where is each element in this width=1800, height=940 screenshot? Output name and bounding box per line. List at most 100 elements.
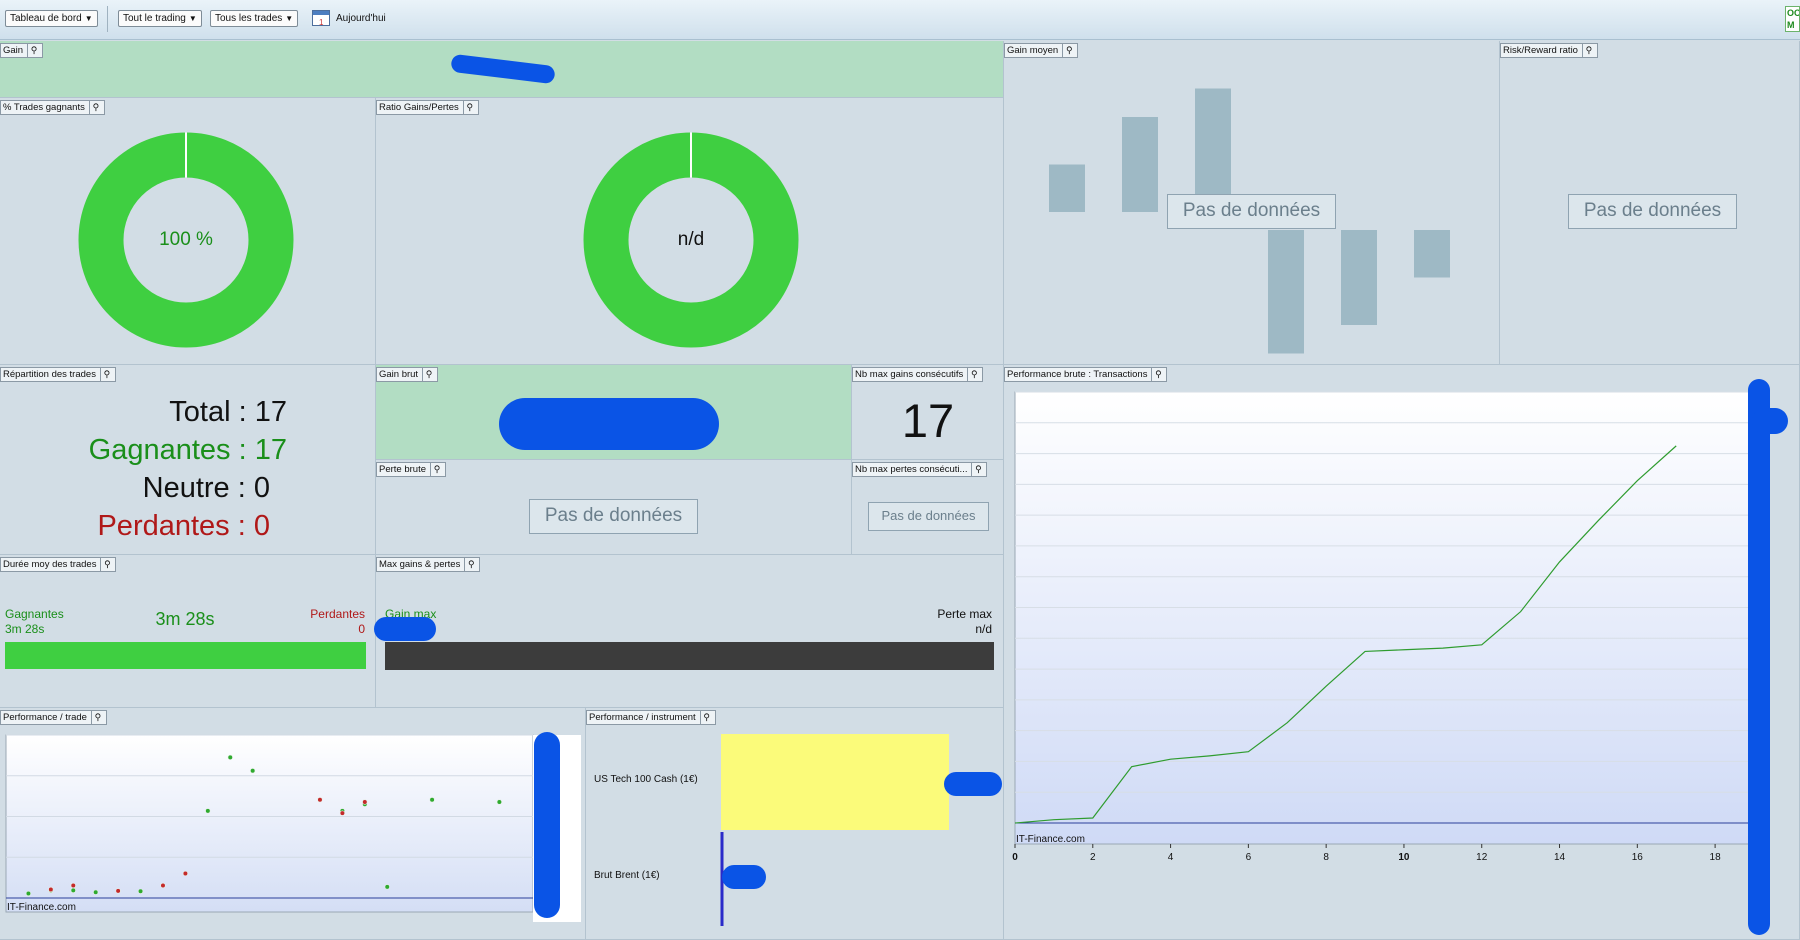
nb-max-gains-title-label: Nb max gains consécutifs [855, 369, 964, 380]
repartition-title: Répartition des trades ⚲ [0, 367, 116, 382]
trades-dropdown[interactable]: Tous les trades ▼ [210, 10, 299, 27]
no-data-label: Pas de données [1167, 194, 1336, 229]
gain-brut-title-label: Gain brut [379, 369, 419, 380]
trade-point-red [48, 886, 54, 893]
trading-dropdown[interactable]: Tout le trading ▼ [118, 10, 202, 27]
perte-brute-panel: Perte brute ⚲ Pas de données [376, 460, 852, 555]
pin-icon[interactable]: ⚲ [967, 368, 980, 381]
duree-win-value: 3m 28s [5, 622, 45, 636]
perf-x-tick-label: 18 [1710, 852, 1722, 863]
redaction [1752, 408, 1788, 434]
perf-x-tick-label: 12 [1476, 852, 1488, 863]
duree-loss-value: 0 [358, 622, 365, 636]
gain-title: Gain ⚲ [0, 43, 44, 58]
nb-max-pertes-panel: Nb max pertes consécuti... ⚲ Pas de donné… [852, 460, 1004, 555]
trade-point-green [93, 889, 99, 895]
repartition-panel: Répartition des trades ⚲ Total : 17 Gagna… [0, 365, 376, 555]
redaction [1748, 379, 1770, 935]
pct-trades-value: 100 % [159, 229, 213, 250]
pin-icon[interactable]: ⚲ [971, 463, 984, 476]
chevron-down-icon: ▼ [188, 14, 197, 23]
nb-max-pertes-title-label: Nb max pertes consécuti... [855, 464, 968, 475]
ratio-value: n/d [677, 229, 705, 250]
pin-icon[interactable]: ⚲ [100, 558, 113, 571]
pin-icon[interactable]: ⚲ [464, 558, 477, 571]
redaction [450, 53, 556, 85]
duree-title: Durée moy des trades ⚲ [0, 557, 117, 572]
total-row: Total : 17 [0, 396, 287, 429]
toolbar: Tableau de bord ▼ Tout le trading ▼ Tous l… [0, 0, 1800, 40]
repartition-title-label: Répartition des trades [3, 369, 96, 380]
trade-point-red [182, 870, 189, 877]
gain-moyen-bar [1414, 230, 1450, 278]
perte-brute-title-label: Perte brute [379, 464, 426, 475]
redaction [499, 398, 719, 450]
trade-point-green [250, 768, 256, 774]
trade-point-red [339, 810, 345, 816]
watermark-label: IT-Finance.com [1016, 834, 1085, 845]
trade-point-red [160, 882, 166, 889]
trade-point-green [496, 799, 502, 805]
ratio-panel: Ratio Gains/Pertes ⚲ n/d [376, 98, 1004, 365]
gain-panel: Gain ⚲ [0, 41, 1004, 98]
nb-max-pertes-title: Nb max pertes consécuti... ⚲ [852, 462, 988, 477]
pin-icon[interactable]: ⚲ [27, 44, 40, 57]
trade-point-red [70, 882, 76, 889]
perf-brute-chart: 0 2 4 6 8 10 12 14 16 18 IT-Finance.com [1012, 391, 1755, 863]
max-gp-bar [385, 642, 994, 670]
perf-x-tick-label: 0 [1012, 852, 1018, 863]
nb-max-gains-title: Nb max gains consécutifs ⚲ [852, 367, 984, 382]
trade-point-red [362, 799, 368, 805]
neutral-row: Neutre : 0 [0, 472, 270, 505]
neutral-value: 0 [253, 472, 270, 504]
gain-moyen-bar [1122, 117, 1158, 212]
duree-title-label: Durée moy des trades [3, 559, 97, 570]
trade-point-green [429, 797, 435, 803]
losing-value: 0 [253, 510, 270, 542]
perf-x-tick-label: 14 [1554, 852, 1566, 863]
chevron-down-icon: ▼ [285, 14, 294, 23]
pin-icon[interactable]: ⚲ [99, 368, 113, 381]
chevron-down-icon: ▼ [84, 14, 93, 23]
trade-point-green [25, 890, 32, 897]
duree-win-label: Gagnantes [5, 607, 64, 621]
dashboard-dropdown[interactable]: Tableau de bord ▼ [5, 10, 98, 27]
losing-label: Perdantes : [97, 510, 246, 542]
trade-point-red [317, 797, 323, 803]
losing-row: Perdantes : 0 [0, 510, 270, 543]
pct-trades-panel: % Trades gagnants ⚲ 100 % [0, 98, 376, 365]
trades-dropdown-label: Tous les trades [215, 13, 283, 24]
gain-title-label: Gain [3, 45, 24, 56]
trade-point-green [384, 884, 390, 890]
perf-x-tick-label: 4 [1168, 852, 1174, 863]
pin-icon[interactable]: ⚲ [422, 368, 435, 381]
watermark-label: IT-Finance.com [7, 902, 76, 913]
redaction [534, 732, 560, 918]
gain-brut-panel: Gain brut ⚲ [376, 365, 852, 460]
redaction [374, 617, 436, 641]
duree-center-value: 3m 28s [155, 609, 215, 629]
trade-plot-area [5, 734, 534, 913]
duree-panel: Durée moy des trades ⚲ Gagnantes 3m 28s 3… [0, 555, 376, 708]
max-loss-value: n/d [975, 622, 992, 636]
winning-row: Gagnantes : 17 [0, 434, 287, 467]
app-logo-icon: OC M [1785, 6, 1800, 32]
winning-value: 17 [254, 434, 287, 466]
gain-moyen-bar [1268, 230, 1304, 354]
risk-reward-title-label: Risk/Reward ratio [1503, 45, 1578, 56]
trade-point-green [137, 888, 144, 894]
pin-icon[interactable]: ⚲ [1581, 44, 1595, 57]
max-gp-title-label: Max gains & pertes [379, 559, 461, 570]
dashboard-dropdown-label: Tableau de bord [10, 13, 82, 24]
today-button[interactable]: Aujourd'hui [312, 10, 386, 31]
no-data-label: Pas de données [529, 499, 698, 534]
trade-point-red [115, 888, 121, 894]
calendar-icon [312, 10, 330, 31]
pin-icon[interactable]: ⚲ [430, 463, 443, 476]
redaction [944, 772, 1002, 796]
perf-instrument-chart: US Tech 100 Cash (1€) Brut Brent (1€) [594, 734, 949, 926]
gain-moyen-panel: Gain moyen ⚲ Pas de données [1004, 41, 1500, 365]
perf-instrument-panel: Performance / instrument ⚲ US Tech 100 Ca… [586, 708, 1004, 940]
no-data-label: Pas de données [868, 502, 989, 531]
perf-x-tick-label: 16 [1632, 852, 1644, 863]
